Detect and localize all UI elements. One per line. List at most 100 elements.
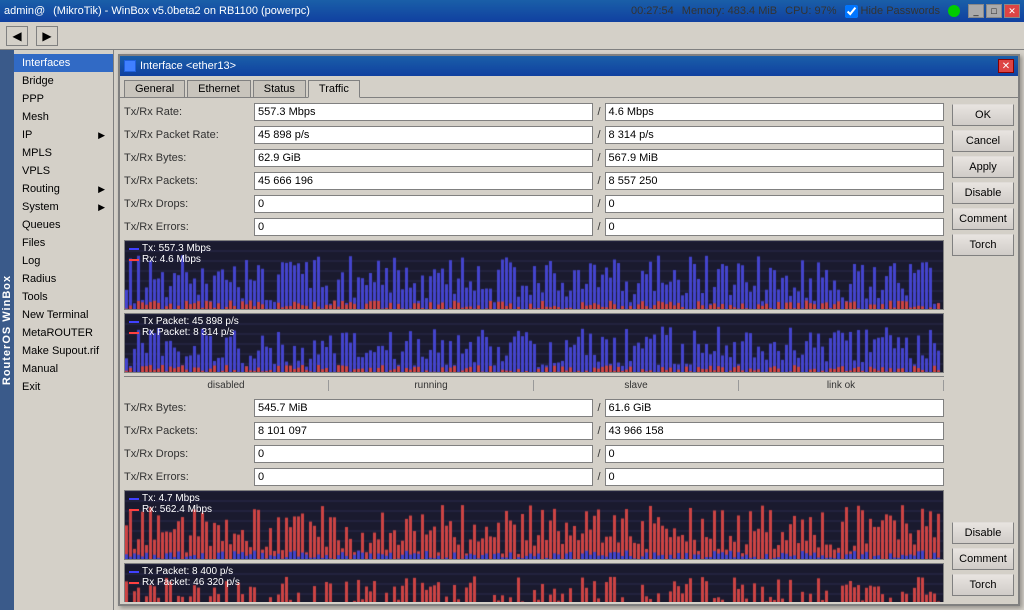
- sidebar-item-log[interactable]: Log: [14, 252, 113, 270]
- hide-passwords-label: Hide Passwords: [861, 5, 940, 17]
- i2-rx-packets-value: 43 966 158: [605, 422, 944, 440]
- disable-button[interactable]: Disable: [952, 182, 1014, 204]
- forward-button[interactable]: ▶: [36, 26, 58, 46]
- torch-button[interactable]: Torch: [952, 234, 1014, 256]
- tx-bytes-value: 62.9 GiB: [254, 149, 593, 167]
- tx-packets-value: 45 666 196: [254, 172, 593, 190]
- i2-tx-rx-packets-label: Tx/Rx Packets:: [124, 425, 254, 437]
- interface1-chart1: Tx: 557.3 Mbps Rx: 4.6 Mbps: [124, 240, 944, 310]
- sidebar-item-routing[interactable]: Routing▶: [14, 180, 113, 198]
- rx-legend-text2: Rx Packet: 8 314 p/s: [142, 327, 234, 338]
- sidebar-item-tools[interactable]: Tools: [14, 288, 113, 306]
- comment-button[interactable]: Comment: [952, 208, 1014, 230]
- sidebar-item-bridge[interactable]: Bridge: [14, 72, 113, 90]
- rx-legend-color2: [129, 332, 139, 334]
- tx-legend-color3: [129, 498, 139, 500]
- sidebar-item-mesh[interactable]: Mesh: [14, 108, 113, 126]
- memory-label: Memory: 483.4 MiB: [682, 5, 777, 17]
- rx-rate-value: 4.6 Mbps: [605, 103, 944, 121]
- interface2-section: Tx/Rx Bytes: 545.7 MiB / 61.6 GiB Tx/Rx …: [124, 398, 944, 602]
- tx-packet-rate-value: 45 898 p/s: [254, 126, 593, 144]
- tab-general[interactable]: General: [124, 80, 185, 97]
- sidebar-item-ppp[interactable]: PPP: [14, 90, 113, 108]
- toolbar: ◀ ▶: [0, 22, 1024, 50]
- title-bar: admin@ (MikroTik) - WinBox v5.0beta2 on …: [0, 0, 1024, 22]
- dialog-close-button[interactable]: ✕: [998, 59, 1014, 73]
- i2-tx-rx-bytes-row: Tx/Rx Bytes: 545.7 MiB / 61.6 GiB: [124, 398, 944, 418]
- apply-button[interactable]: Apply: [952, 156, 1014, 178]
- content-area: Interface <ether13> ✕ General Ethernet S…: [114, 50, 1024, 610]
- sidebar-item-interfaces[interactable]: Interfaces: [14, 54, 113, 72]
- sidebar-item-files[interactable]: Files: [14, 234, 113, 252]
- chart2-canvas: [125, 314, 943, 373]
- sidebar-item-make-supout[interactable]: Make Supout.rif: [14, 342, 113, 360]
- dialog-title-bar: Interface <ether13> ✕: [120, 56, 1018, 76]
- sidebar-item-manual[interactable]: Manual: [14, 360, 113, 378]
- rx-legend-text4: Rx Packet: 46 320 p/s: [142, 577, 240, 588]
- sidebar-item-system[interactable]: System▶: [14, 198, 113, 216]
- dialog-body: Tx/Rx Rate: 557.3 Mbps / 4.6 Mbps Tx/Rx …: [120, 98, 1018, 602]
- minimize-button[interactable]: _: [968, 4, 984, 18]
- tx-rx-drops-label: Tx/Rx Drops:: [124, 198, 254, 210]
- rx-errors-value: 0: [605, 218, 944, 236]
- tab-ethernet[interactable]: Ethernet: [187, 80, 251, 97]
- tab-traffic[interactable]: Traffic: [308, 80, 360, 98]
- tx-rx-bytes-label: Tx/Rx Bytes:: [124, 152, 254, 164]
- tx-rx-rate-row: Tx/Rx Rate: 557.3 Mbps / 4.6 Mbps: [124, 102, 944, 122]
- tx-rx-drops-row: Tx/Rx Drops: 0 / 0: [124, 194, 944, 214]
- form-area: Tx/Rx Rate: 557.3 Mbps / 4.6 Mbps Tx/Rx …: [120, 98, 948, 602]
- chart1-canvas: [125, 241, 943, 310]
- tx-rx-packet-rate-row: Tx/Rx Packet Rate: 45 898 p/s / 8 314 p/…: [124, 125, 944, 145]
- tab-status[interactable]: Status: [253, 80, 306, 97]
- separator1: /: [593, 106, 604, 118]
- tx-rx-errors-label: Tx/Rx Errors:: [124, 221, 254, 233]
- torch2-button[interactable]: Torch: [952, 574, 1014, 596]
- status1-disabled: disabled: [124, 380, 329, 391]
- chart1-legend: Tx: 557.3 Mbps Rx: 4.6 Mbps: [129, 243, 211, 265]
- tx-errors-value: 0: [254, 218, 593, 236]
- rx-legend-text: Rx: 4.6 Mbps: [142, 254, 201, 265]
- sidebar-item-mpls[interactable]: MPLS: [14, 144, 113, 162]
- status1-link-ok: link ok: [739, 380, 944, 391]
- i2-tx-rx-bytes-label: Tx/Rx Bytes:: [124, 402, 254, 414]
- rx-bytes-value: 567.9 MiB: [605, 149, 944, 167]
- buttons-panel: OK Cancel Apply Disable Comment Torch Di…: [948, 98, 1018, 602]
- interface1-section: Tx/Rx Rate: 557.3 Mbps / 4.6 Mbps Tx/Rx …: [124, 102, 944, 394]
- comment2-button[interactable]: Comment: [952, 548, 1014, 570]
- cancel-button[interactable]: Cancel: [952, 130, 1014, 152]
- rx-legend-text3: Rx: 562.4 Mbps: [142, 504, 212, 515]
- app-title: (MikroTik) - WinBox v5.0beta2 on RB1100 …: [53, 5, 310, 17]
- sidebar-item-exit[interactable]: Exit: [14, 378, 113, 396]
- close-button[interactable]: ✕: [1004, 4, 1020, 18]
- rx-legend-color: [129, 259, 139, 261]
- connection-indicator: [948, 5, 960, 17]
- sidebar-item-new-terminal[interactable]: New Terminal: [14, 306, 113, 324]
- maximize-button[interactable]: □: [986, 4, 1002, 18]
- sidebar-item-metarouter[interactable]: MetaROUTER: [14, 324, 113, 342]
- sidebar-item-vpls[interactable]: VPLS: [14, 162, 113, 180]
- hide-passwords-checkbox[interactable]: [845, 5, 858, 18]
- status-bar1: disabled running slave link ok: [124, 376, 944, 394]
- tx-rx-rate-label: Tx/Rx Rate:: [124, 106, 254, 118]
- tx-rx-bytes-row: Tx/Rx Bytes: 62.9 GiB / 567.9 MiB: [124, 148, 944, 168]
- tx-legend-color2: [129, 321, 139, 323]
- disable2-button[interactable]: Disable: [952, 522, 1014, 544]
- tx-rx-packets-label: Tx/Rx Packets:: [124, 175, 254, 187]
- chart4-canvas: [125, 564, 943, 602]
- tx-legend-text: Tx: 557.3 Mbps: [142, 243, 211, 254]
- ok-button[interactable]: OK: [952, 104, 1014, 126]
- interface-dialog: Interface <ether13> ✕ General Ethernet S…: [118, 54, 1020, 606]
- i2-rx-drops-value: 0: [605, 445, 944, 463]
- tx-legend-text4: Tx Packet: 8 400 p/s: [142, 566, 233, 577]
- i2-rx-errors-value: 0: [605, 468, 944, 486]
- back-button[interactable]: ◀: [6, 26, 28, 46]
- sidebar-item-radius[interactable]: Radius: [14, 270, 113, 288]
- window-controls: _ □ ✕: [968, 4, 1020, 18]
- sidebar-item-queues[interactable]: Queues: [14, 216, 113, 234]
- tabs-bar: General Ethernet Status Traffic: [120, 76, 1018, 98]
- chart4-legend: Tx Packet: 8 400 p/s Rx Packet: 46 320 p…: [129, 566, 240, 588]
- sidebar-item-ip[interactable]: IP▶: [14, 126, 113, 144]
- cpu-label: CPU: 97%: [785, 5, 836, 17]
- main-layout: RouterOS WinBox Interfaces Bridge PPP Me…: [0, 50, 1024, 610]
- tx-rx-packet-rate-label: Tx/Rx Packet Rate:: [124, 129, 254, 141]
